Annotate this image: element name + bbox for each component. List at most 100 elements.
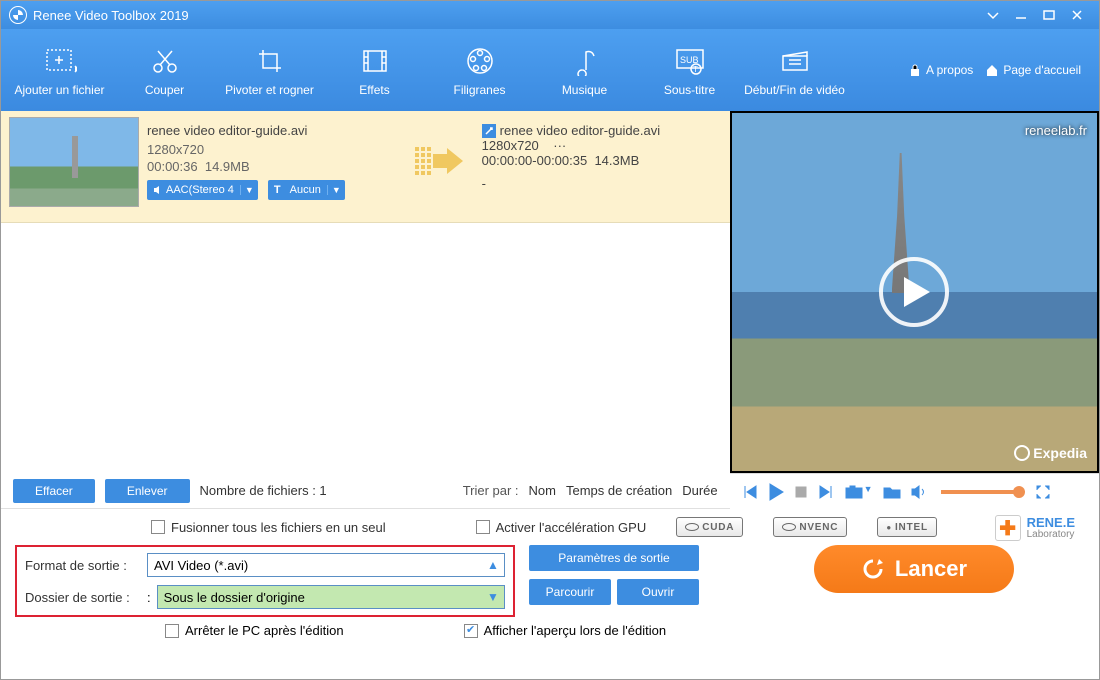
app-logo-icon [9, 6, 27, 24]
music-button[interactable]: Musique [532, 43, 637, 97]
nvenc-badge: NVENC [773, 517, 847, 537]
output-params-button[interactable]: Paramètres de sortie [529, 545, 699, 571]
preview-panel: reneelab.fr Expedia [730, 111, 1099, 473]
about-link[interactable]: A propos [908, 63, 973, 77]
shutdown-label: Arrêter le PC après l'édition [185, 623, 344, 638]
lock-icon [908, 63, 922, 77]
svg-text:T: T [693, 65, 698, 74]
add-file-label: Ajouter un fichier [14, 83, 104, 97]
chevron-down-icon: ▼ [482, 590, 504, 604]
app-title: Renee Video Toolbox 2019 [33, 8, 189, 23]
plus-icon: ✚ [995, 515, 1021, 541]
effects-button[interactable]: Effets [322, 43, 427, 97]
play-overlay-icon[interactable] [879, 257, 949, 327]
clapper-icon [779, 43, 811, 79]
prev-button[interactable] [742, 484, 758, 500]
subtitle-button[interactable]: SUBT Sous-titre [637, 43, 742, 97]
watermarks-label: Filigranes [453, 83, 505, 97]
conversion-arrow-icon [404, 117, 474, 175]
rotate-crop-label: Pivoter et rogner [225, 83, 314, 97]
output-format-combo[interactable]: AVI Video (*.avi) ▲ [147, 553, 505, 577]
stop-button[interactable] [794, 485, 808, 499]
title-bar: Renee Video Toolbox 2019 [1, 1, 1099, 29]
home-label: Page d'accueil [1003, 63, 1081, 77]
audio-track-pill[interactable]: AAC(Stereo 4 ▼ [147, 180, 258, 200]
refresh-icon [861, 557, 885, 581]
subtitle-icon: SUBT [674, 43, 706, 79]
sort-duration[interactable]: Durée [682, 483, 717, 498]
folder-label: Dossier de sortie : [25, 590, 141, 605]
nvidia-eye-icon [782, 523, 796, 531]
film-icon [360, 43, 390, 79]
speaker-icon [153, 185, 163, 195]
folder-colon: : [147, 590, 151, 605]
subtitle-label: Sous-titre [664, 83, 715, 97]
source-time-size: 00:00:36 14.9MB [147, 159, 396, 174]
close-icon[interactable] [1063, 6, 1091, 24]
volume-slider[interactable] [941, 490, 1021, 494]
start-end-label: Début/Fin de vidéo [744, 83, 845, 97]
clear-button[interactable]: Effacer [13, 479, 95, 503]
cut-label: Couper [145, 83, 184, 97]
file-row[interactable]: renee video editor-guide.avi 1280x720 00… [1, 111, 730, 223]
remove-button[interactable]: Enlever [105, 479, 190, 503]
home-icon [985, 63, 999, 77]
player-controls: ▼ [730, 473, 1099, 509]
next-button[interactable] [818, 484, 834, 500]
subtitle-pill-dropdown[interactable]: ▼ [327, 185, 345, 195]
merge-label: Fusionner tous les fichiers en un seul [171, 520, 386, 535]
effects-label: Effets [359, 83, 389, 97]
chevron-up-icon: ▲ [482, 558, 504, 572]
file-count-label: Nombre de fichiers : 1 [200, 483, 327, 498]
add-file-button[interactable]: Ajouter un fichier [7, 43, 112, 97]
volume-icon[interactable] [911, 485, 927, 499]
audio-pill-dropdown[interactable]: ▼ [240, 185, 258, 195]
fullscreen-button[interactable] [1035, 484, 1051, 500]
play-button[interactable] [768, 483, 784, 501]
preview-on-edit-label: Afficher l'aperçu lors de l'édition [484, 623, 667, 638]
intel-badge: ●INTEL [877, 517, 937, 537]
output-highlight-box: Format de sortie : AVI Video (*.avi) ▲ D… [15, 545, 515, 617]
video-preview[interactable]: reneelab.fr Expedia [732, 113, 1097, 471]
about-label: A propos [926, 63, 973, 77]
cut-button[interactable]: Couper [112, 43, 217, 97]
subtitle-track-pill[interactable]: T Aucun ▼ [268, 180, 345, 200]
source-filename: renee video editor-guide.avi [147, 123, 396, 138]
launch-button[interactable]: Lancer [814, 545, 1014, 593]
dest-filename: renee video editor-guide.avi [500, 123, 660, 138]
sort-name[interactable]: Nom [529, 483, 556, 498]
open-button[interactable]: Ouvrir [617, 579, 699, 605]
home-link[interactable]: Page d'accueil [985, 63, 1081, 77]
file-list: renee video editor-guide.avi 1280x720 00… [1, 111, 730, 473]
launch-label: Lancer [895, 556, 967, 582]
music-note-icon [572, 43, 598, 79]
folder-value: Sous le dossier d'origine [158, 590, 482, 605]
output-folder-combo[interactable]: Sous le dossier d'origine ▼ [157, 585, 505, 609]
browse-button[interactable]: Parcourir [529, 579, 611, 605]
destination-info: renee video editor-guide.avi 1280x720 ··… [482, 117, 722, 191]
snapshot-button[interactable]: ▼ [844, 484, 873, 500]
dest-resolution: 1280x720 ··· [482, 138, 722, 153]
sort-by-label: Trier par : [463, 483, 519, 498]
rotate-crop-button[interactable]: Pivoter et rogner [217, 43, 322, 97]
dest-dash: - [482, 176, 722, 191]
watermarks-button[interactable]: Filigranes [427, 43, 532, 97]
main-area: renee video editor-guide.avi 1280x720 00… [1, 111, 1099, 473]
preview-brand: Expedia [1014, 445, 1087, 461]
edit-name-icon[interactable] [482, 124, 496, 138]
dest-range-size: 00:00:00-00:00:35 14.3MB [482, 153, 722, 168]
gpu-checkbox[interactable] [476, 520, 490, 534]
format-label: Format de sortie : [25, 558, 141, 573]
minimize-icon[interactable] [1007, 6, 1035, 24]
open-folder-button[interactable] [883, 485, 901, 499]
dropdown-titlebar-icon[interactable] [979, 6, 1007, 24]
cuda-badge: CUDA [676, 517, 743, 537]
preview-on-edit-checkbox[interactable] [464, 624, 478, 638]
shutdown-checkbox[interactable] [165, 624, 179, 638]
maximize-icon[interactable] [1035, 6, 1063, 24]
merge-checkbox[interactable] [151, 520, 165, 534]
start-end-button[interactable]: Début/Fin de vidéo [742, 43, 847, 97]
bottom-panel: Fusionner tous les fichiers en un seul A… [1, 509, 1099, 648]
gpu-label: Activer l'accélération GPU [496, 520, 647, 535]
sort-ctime[interactable]: Temps de création [566, 483, 672, 498]
